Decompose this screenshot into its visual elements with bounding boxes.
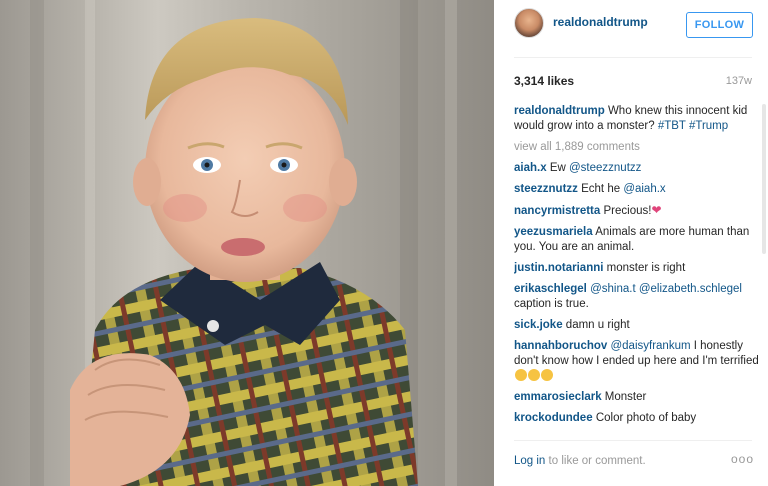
comment: steezznutzz Echt he @aiah.x <box>514 182 760 197</box>
heart-emoji-icon: ❤ <box>651 203 662 217</box>
comment-text: Echt he <box>581 183 621 195</box>
comment-username[interactable]: emmarosieclark <box>514 391 602 403</box>
child-portrait-image <box>30 0 457 486</box>
header-divider <box>514 57 752 58</box>
comments-list[interactable]: realdonaldtrump Who knew this innocent k… <box>514 104 760 436</box>
laughing-emoji-icon <box>528 369 540 381</box>
comment-username[interactable]: erikaschlegel <box>514 283 587 295</box>
comment-username[interactable]: aiah.x <box>514 162 547 174</box>
login-prompt-text: to like or comment. <box>548 455 646 467</box>
comment-text: Ew <box>549 162 566 174</box>
comment-username[interactable]: krockodundee <box>514 412 593 424</box>
comment: yeezusmariela Animals are more human tha… <box>514 225 760 255</box>
likes-count[interactable]: 3,314 likes <box>514 74 574 88</box>
footer-divider <box>514 440 752 441</box>
comment-text: caption is true. <box>514 298 589 310</box>
comment: aiah.x Ew @steezznutzz <box>514 161 760 176</box>
post-header: realdonaldtrump FOLLOW <box>494 0 768 52</box>
caption: realdonaldtrump Who knew this innocent k… <box>514 104 760 134</box>
post-time[interactable]: 137w <box>726 75 752 87</box>
comment-username[interactable]: justin.notarianni <box>514 262 603 274</box>
comment-username[interactable]: yeezusmariela <box>514 226 593 238</box>
comment-mention[interactable]: @shina.t @elizabeth.schlegel <box>590 283 742 295</box>
comment: krockodundee Color photo of baby <box>514 411 760 426</box>
comment-username[interactable]: steezznutzz <box>514 183 578 195</box>
header-username[interactable]: realdonaldtrump <box>553 15 648 29</box>
login-prompt: Log in to like or comment. <box>514 455 646 467</box>
comment-mention[interactable]: @daisyfrankum <box>610 340 690 352</box>
caption-hashtags[interactable]: #TBT #Trump <box>658 120 728 132</box>
avatar[interactable] <box>514 8 544 38</box>
comment-text: Precious! <box>603 205 652 217</box>
comment-text: Monster <box>604 391 647 403</box>
follow-button[interactable]: FOLLOW <box>686 12 753 38</box>
comment-text: damn u right <box>565 319 630 331</box>
comments-scrollbar[interactable] <box>762 104 766 254</box>
post-sidebar: realdonaldtrump FOLLOW 3,314 likes 137w … <box>494 0 768 486</box>
laughing-emoji-icon <box>541 369 553 381</box>
post-photo[interactable] <box>0 0 494 486</box>
more-options-icon[interactable]: ooo <box>731 452 754 466</box>
caption-username[interactable]: realdonaldtrump <box>514 105 605 117</box>
comment: erikaschlegel @shina.t @elizabeth.schleg… <box>514 282 760 312</box>
comment: sick.joke damn u right <box>514 318 760 333</box>
comment: justin.notarianni monster is right <box>514 261 760 276</box>
login-link[interactable]: Log in <box>514 455 545 467</box>
laughing-emoji-icon <box>515 369 527 381</box>
comment-text: monster is right <box>606 262 686 274</box>
comment: emmarosieclark Monster <box>514 390 760 405</box>
comment-username[interactable]: hannahboruchov <box>514 340 607 352</box>
comment-mention[interactable]: @steezznutzz <box>569 162 641 174</box>
comment: hannahboruchov @daisyfrankum I honestly … <box>514 339 760 384</box>
comment-username[interactable]: sick.joke <box>514 319 563 331</box>
comment: nancyrmistretta Precious!❤ <box>514 203 760 219</box>
view-all-comments-link[interactable]: view all 1,889 comments <box>514 140 760 155</box>
comment-mention[interactable]: @aiah.x <box>623 183 665 195</box>
comment-text: Color photo of baby <box>595 412 697 424</box>
comment-username[interactable]: nancyrmistretta <box>514 205 600 217</box>
